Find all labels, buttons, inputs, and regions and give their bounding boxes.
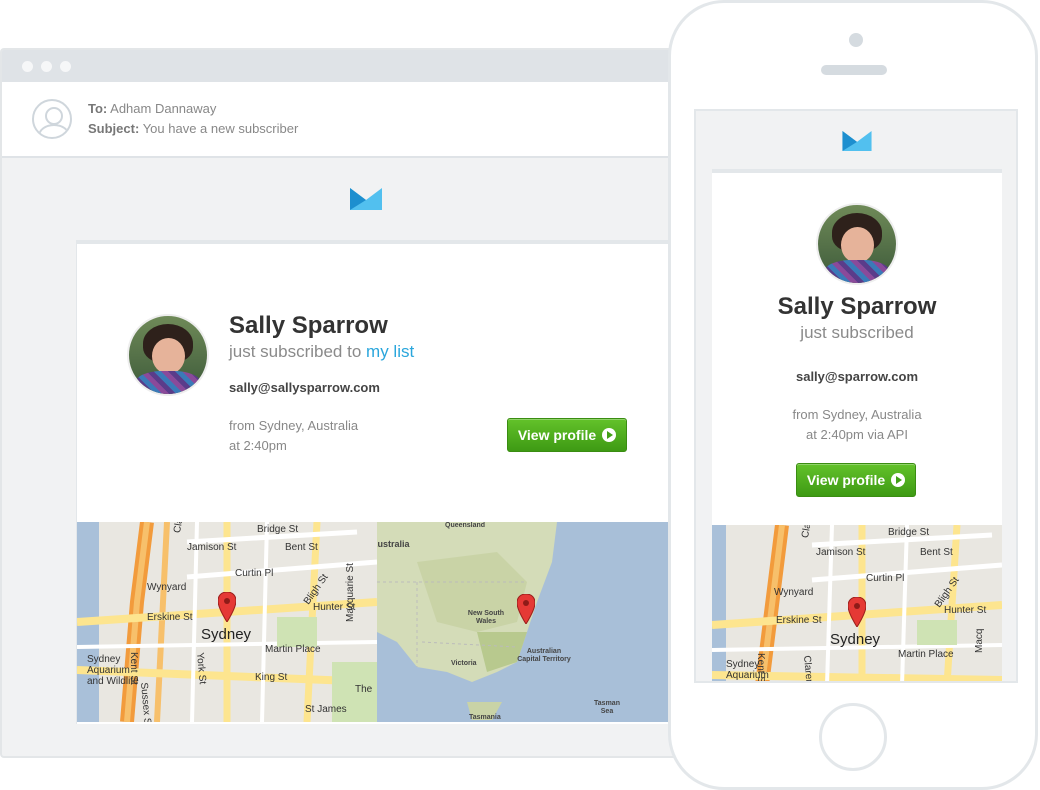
email-meta: To: Adham Dannaway Subject: You have a n… — [88, 99, 298, 139]
map-pin-icon[interactable] — [848, 597, 866, 627]
recipient-avatar — [32, 99, 72, 139]
street-label: Jamison St — [816, 547, 866, 558]
subscriber-name: Sally Sparrow — [777, 293, 937, 320]
street-label: Erskine St — [147, 612, 193, 623]
street-label: Bridge St — [257, 524, 299, 535]
arrow-right-icon — [891, 473, 906, 487]
view-profile-label: View profile — [806, 472, 886, 488]
street-label: The — [355, 684, 373, 695]
street-label: Jamison St — [187, 542, 237, 553]
subject-label: Subject: — [88, 121, 140, 136]
street-label: King St — [255, 672, 288, 683]
phone-screen: Sally Sparrow just subscribed sally@spar… — [694, 109, 1018, 683]
street-label: Wynyard — [774, 587, 814, 598]
street-map[interactable]: Bridge St Jamison St Bent St Clarence St… — [77, 522, 377, 722]
map-pin-icon[interactable] — [218, 592, 236, 622]
street-label: Curtin Pl — [235, 568, 274, 579]
street-label: Macquarie St — [345, 563, 356, 622]
street-label: Curtin Pl — [866, 573, 905, 584]
street-label: Sydney Aquarium — [726, 659, 769, 681]
mail-logo-icon — [350, 188, 382, 210]
region-label: Australia — [377, 539, 410, 549]
region-label: New South Wales — [467, 610, 505, 625]
street-label: St James — [305, 704, 347, 715]
subscriber-name: Sally Sparrow — [229, 312, 388, 339]
window-dot-minimize[interactable] — [41, 60, 52, 72]
to-label: To: — [88, 101, 108, 116]
street-label: Martin Place — [898, 649, 954, 660]
region-label: Victoria — [451, 660, 477, 667]
phone-camera — [849, 33, 863, 47]
phone-frame: Sally Sparrow just subscribed sally@spar… — [668, 0, 1038, 790]
subscriber-location: from Sydney, Australia at 2:40pm via API — [712, 405, 1002, 445]
street-label: Macq — [974, 628, 985, 653]
subscriber-avatar — [816, 203, 898, 285]
street-label: Bent St — [920, 547, 953, 558]
subject-value: You have a new subscriber — [142, 121, 299, 136]
phone-street-map[interactable]: Bridge St Jamison St Bent St Clarence St… — [712, 525, 1002, 681]
region-label: Queensland — [445, 522, 486, 529]
subscribed-text: just subscribed — [800, 323, 914, 342]
street-label: Wynyard — [147, 582, 187, 593]
time-text: at 2:40pm via API — [806, 427, 908, 442]
notification-card: Sally Sparrow just subscribed to my list… — [76, 240, 672, 724]
phone-speaker — [821, 65, 887, 75]
view-profile-button[interactable]: View profile — [796, 463, 916, 497]
location-text: from Sydney, Australia — [229, 418, 359, 433]
subscriber-avatar — [127, 314, 209, 396]
view-profile-button[interactable]: View profile — [507, 418, 627, 452]
street-label: Erskine St — [776, 615, 822, 626]
region-map[interactable]: Queensland Australia New South Wales Vic… — [377, 522, 671, 722]
region-label: Tasmania — [469, 714, 501, 721]
region-label: Australian Capital Territory — [517, 648, 571, 663]
city-label: Sydney — [201, 626, 252, 643]
street-label: Bridge St — [888, 527, 930, 538]
email-header: To: Adham Dannaway Subject: You have a n… — [2, 82, 678, 158]
to-value: Adham Dannaway — [110, 101, 217, 116]
city-label: Sydney — [830, 631, 881, 648]
view-profile-label: View profile — [517, 427, 597, 443]
arrow-right-icon — [602, 428, 617, 442]
subscriber-email: sally@sallysparrow.com — [229, 380, 380, 395]
my-list-link[interactable]: my list — [366, 342, 414, 361]
street-label: Bent St — [285, 542, 318, 553]
time-text: at 2:40pm — [229, 438, 287, 453]
subscriber-location: from Sydney, Australia at 2:40pm — [229, 416, 358, 456]
window-dot-close[interactable] — [22, 60, 33, 72]
subscribed-text: just subscribed to my list — [229, 342, 414, 362]
phone-home-button[interactable] — [819, 703, 887, 771]
desktop-email-window: To: Adham Dannaway Subject: You have a n… — [0, 48, 680, 758]
maps-row: Bridge St Jamison St Bent St Clarence St… — [77, 522, 671, 722]
map-pin-icon[interactable] — [517, 594, 535, 624]
region-label: Tasman Sea — [594, 700, 620, 715]
subscriber-email: sally@sparrow.com — [795, 369, 919, 384]
street-label: Hunter St — [944, 605, 987, 616]
street-label: Martin Place — [265, 644, 321, 655]
window-dot-maximize[interactable] — [60, 60, 71, 72]
location-text: from Sydney, Australia — [792, 407, 922, 422]
phone-notification-card: Sally Sparrow just subscribed sally@spar… — [712, 169, 1002, 681]
subscribed-label: just subscribed to — [229, 342, 362, 361]
window-titlebar — [2, 50, 678, 82]
mail-logo-icon — [842, 131, 872, 151]
